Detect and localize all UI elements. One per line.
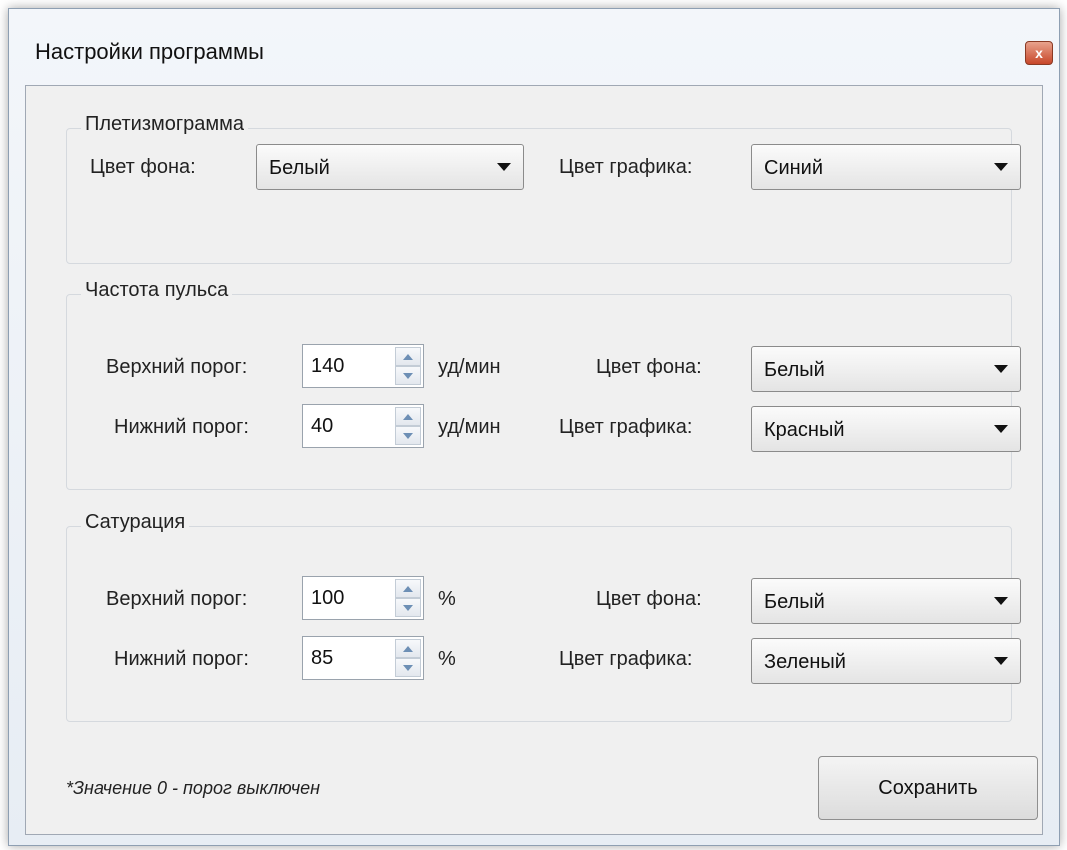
pulse-graph-label: Цвет графика: — [559, 416, 693, 438]
sat-bg-value: Белый — [764, 591, 825, 613]
close-button[interactable]: x — [1025, 41, 1053, 65]
pleth-bg-select[interactable]: Белый — [256, 144, 524, 190]
sat-lower-stepper[interactable]: 85 — [302, 636, 424, 680]
pulse-lower-label: Нижний порог: — [114, 416, 249, 438]
window-title: Настройки программы — [35, 39, 264, 64]
spin-down-icon[interactable] — [395, 426, 421, 445]
group-plethysmogram-legend: Плетизмограмма — [81, 113, 249, 136]
spin-down-icon[interactable] — [395, 658, 421, 677]
pulse-upper-stepper[interactable]: 140 — [302, 344, 424, 388]
sat-upper-label: Верхний порог: — [106, 588, 248, 610]
pulse-upper-label: Верхний порог: — [106, 356, 248, 378]
spin-down-icon[interactable] — [395, 366, 421, 385]
chevron-down-icon — [994, 163, 1008, 171]
pleth-graph-label: Цвет графика: — [559, 156, 693, 178]
spin-down-icon[interactable] — [395, 598, 421, 617]
sat-upper-unit: % — [438, 588, 456, 610]
settings-window: Настройки программы x Плетизмограмма Цве… — [8, 8, 1060, 846]
dialog-body: Плетизмограмма Цвет фона: Белый Цвет гра… — [25, 85, 1043, 835]
pulse-lower-stepper[interactable]: 40 — [302, 404, 424, 448]
chevron-down-icon — [994, 425, 1008, 433]
chevron-down-icon — [994, 597, 1008, 605]
save-button[interactable]: Сохранить — [818, 756, 1038, 820]
pulse-graph-select[interactable]: Красный — [751, 406, 1021, 452]
sat-bg-label: Цвет фона: — [596, 588, 702, 610]
pulse-bg-select[interactable]: Белый — [751, 346, 1021, 392]
pleth-graph-select[interactable]: Синий — [751, 144, 1021, 190]
threshold-note: *Значение 0 - порог выключен — [66, 778, 321, 798]
chevron-down-icon — [994, 657, 1008, 665]
pulse-bg-value: Белый — [764, 359, 825, 381]
title-bar: Настройки программы x — [9, 9, 1059, 85]
pulse-bg-label: Цвет фона: — [596, 356, 702, 378]
sat-graph-value: Зеленый — [764, 651, 846, 673]
sat-graph-label: Цвет графика: — [559, 648, 693, 670]
spin-up-icon[interactable] — [395, 639, 421, 658]
sat-upper-value: 100 — [311, 587, 345, 609]
pleth-bg-value: Белый — [269, 157, 330, 179]
group-pulse-rate: Частота пульса — [66, 279, 1012, 490]
sat-lower-value: 85 — [311, 647, 334, 669]
spin-up-icon[interactable] — [395, 579, 421, 598]
pleth-graph-value: Синий — [764, 157, 824, 179]
sat-lower-label: Нижний порог: — [114, 648, 249, 670]
group-saturation-legend: Сатурация — [81, 511, 190, 534]
group-saturation: Сатурация — [66, 511, 1012, 722]
pulse-graph-value: Красный — [764, 419, 845, 441]
pulse-lower-value: 40 — [311, 415, 334, 437]
group-pulse-rate-legend: Частота пульса — [81, 279, 233, 302]
sat-upper-stepper[interactable]: 100 — [302, 576, 424, 620]
pulse-upper-value: 140 — [311, 355, 345, 377]
spin-up-icon[interactable] — [395, 407, 421, 426]
close-icon: x — [1035, 45, 1043, 61]
pulse-lower-unit: уд/мин — [438, 416, 501, 438]
spin-up-icon[interactable] — [395, 347, 421, 366]
pleth-bg-label: Цвет фона: — [90, 156, 196, 178]
sat-bg-select[interactable]: Белый — [751, 578, 1021, 624]
sat-lower-unit: % — [438, 648, 456, 670]
sat-graph-select[interactable]: Зеленый — [751, 638, 1021, 684]
pulse-upper-unit: уд/мин — [438, 356, 501, 378]
chevron-down-icon — [994, 365, 1008, 373]
chevron-down-icon — [497, 163, 511, 171]
